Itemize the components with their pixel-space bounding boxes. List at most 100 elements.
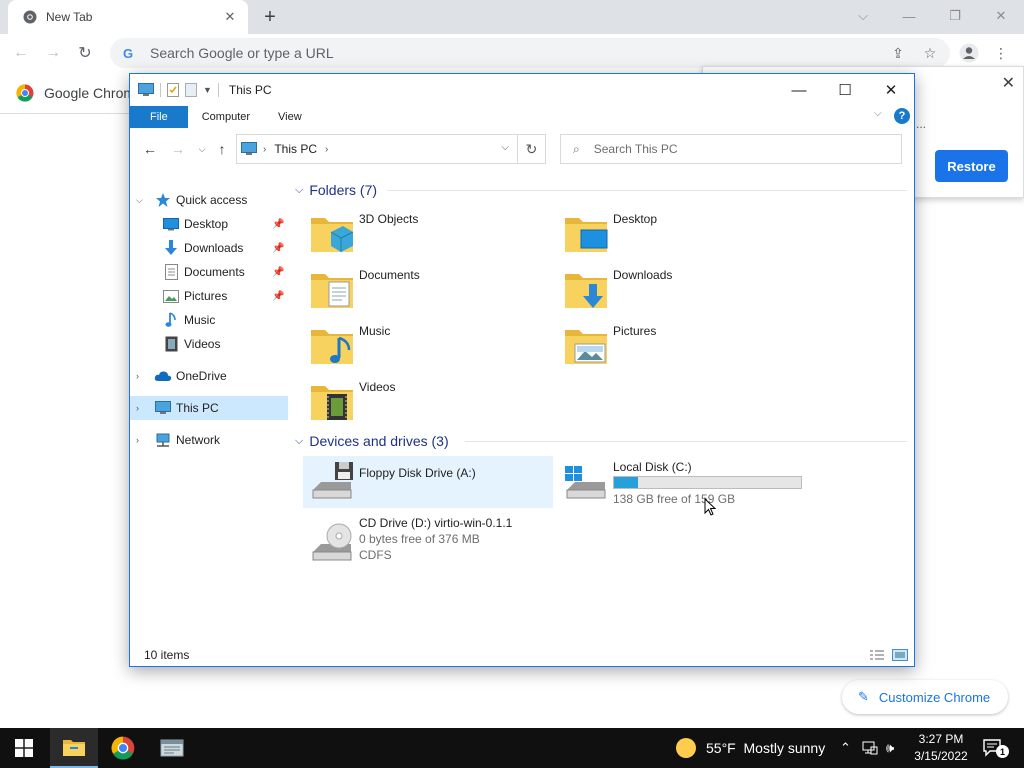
folder-name: Videos xyxy=(359,380,396,394)
explorer-search-input[interactable]: ⌕ Search This PC xyxy=(560,134,902,164)
collapse-chevron-icon[interactable]: ⌵ xyxy=(136,195,146,206)
chrome-menu-icon[interactable]: ⋮ xyxy=(989,38,1013,68)
details-view-icon[interactable] xyxy=(869,649,885,661)
volume-icon[interactable]: 🕪 xyxy=(886,728,894,768)
explorer-maximize-icon[interactable]: ☐ xyxy=(822,74,868,106)
folder-3d-objects[interactable]: 3D Objects xyxy=(303,208,553,260)
nav-quick-access[interactable]: ⌵ Quick access xyxy=(130,188,288,212)
nav-item-videos[interactable]: Videos xyxy=(130,332,288,356)
properties-icon[interactable] xyxy=(167,83,179,97)
nav-item-desktop[interactable]: Desktop 📌 xyxy=(130,212,288,236)
nav-onedrive[interactable]: › OneDrive xyxy=(130,364,288,388)
downloads-arrow-icon xyxy=(162,240,180,256)
breadcrumb-chevron-icon[interactable]: › xyxy=(325,144,328,155)
restore-button[interactable]: Restore xyxy=(935,150,1008,182)
nav-this-pc[interactable]: › This PC xyxy=(130,396,288,420)
search-icon: ⌕ xyxy=(573,141,580,156)
windows-logo-icon xyxy=(15,739,33,757)
taskbar-file-explorer[interactable] xyxy=(50,728,98,768)
large-icons-view-icon[interactable] xyxy=(892,649,908,661)
taskbar-app-window[interactable] xyxy=(148,728,196,768)
folders-group-header[interactable]: ⌵ Folders (7) xyxy=(295,179,377,201)
address-location[interactable]: This PC xyxy=(274,142,317,156)
close-restore-icon[interactable]: ✕ xyxy=(1002,73,1015,93)
up-arrow-icon[interactable]: ↑ xyxy=(212,140,232,158)
show-hidden-icons-chevron-icon[interactable]: ⌃ xyxy=(840,728,851,768)
nav-item-music[interactable]: Music xyxy=(130,308,288,332)
clock-date: 3/15/2022 xyxy=(914,749,968,763)
network-tray-icon[interactable] xyxy=(862,728,878,768)
folder-pictures[interactable]: Pictures xyxy=(557,320,807,372)
mouse-cursor-icon xyxy=(704,498,716,516)
drive-cd-d[interactable]: CD Drive (D:) virtio-win-0.1.1 0 bytes f… xyxy=(303,512,553,570)
address-dropdown-icon[interactable]: ⌵ xyxy=(501,142,509,153)
bookmark-google-chrome[interactable]: Google Chrome xyxy=(16,84,143,102)
folder-music-icon xyxy=(311,330,353,364)
nav-item-pictures[interactable]: Pictures 📌 xyxy=(130,284,288,308)
nav-item-downloads[interactable]: Downloads 📌 xyxy=(130,236,288,260)
drive-floppy-a[interactable]: Floppy Disk Drive (A:) xyxy=(303,456,553,508)
system-clock[interactable]: 3:27 PM 3/15/2022 xyxy=(908,731,974,765)
drive-local-c[interactable]: Local Disk (C:) 138 GB free of 159 GB xyxy=(557,456,817,508)
ribbon-tab-file[interactable]: File xyxy=(130,106,188,128)
nav-item-label: Music xyxy=(184,313,216,327)
reload-icon[interactable]: ↻ xyxy=(72,40,98,66)
nav-network[interactable]: › Network xyxy=(130,428,288,452)
expand-chevron-icon[interactable]: › xyxy=(136,371,146,381)
recent-locations-chevron-icon[interactable]: ⌵ xyxy=(192,140,212,158)
quick-access-toolbar-dropdown-icon[interactable]: ▼ xyxy=(203,85,212,95)
share-icon[interactable]: ⇪ xyxy=(886,38,910,68)
expand-chevron-icon[interactable]: › xyxy=(136,435,146,445)
pin-icon[interactable]: 📌 xyxy=(272,267,284,278)
pin-icon[interactable]: 📌 xyxy=(272,291,284,302)
explorer-forward-icon[interactable]: → xyxy=(168,140,188,158)
group-collapse-chevron-icon[interactable]: ⌵ xyxy=(295,435,303,448)
forward-arrow-icon[interactable]: → xyxy=(40,40,66,66)
file-explorer-window: ▼ This PC — ☐ ✕ File Computer View ⌵ ? ←… xyxy=(129,73,915,667)
action-center-button[interactable]: 1 xyxy=(982,737,1009,759)
breadcrumb-chevron-icon[interactable]: › xyxy=(263,144,266,155)
ribbon-tab-view[interactable]: View xyxy=(264,106,316,128)
explorer-close-icon[interactable]: ✕ xyxy=(868,74,914,106)
ribbon-tab-computer[interactable]: Computer xyxy=(188,106,264,128)
profile-avatar-icon[interactable] xyxy=(957,38,981,68)
help-icon[interactable]: ? xyxy=(894,108,910,124)
folder-downloads-icon xyxy=(565,274,607,308)
back-arrow-icon[interactable]: ← xyxy=(8,40,34,66)
folder-desktop[interactable]: Desktop xyxy=(557,208,807,260)
minimize-icon[interactable]: — xyxy=(886,2,932,30)
status-item-count: 10 items xyxy=(144,648,190,662)
folder-desktop-icon xyxy=(565,218,608,252)
drives-group-header[interactable]: ⌵ Devices and drives (3) xyxy=(295,430,449,452)
start-button[interactable] xyxy=(0,728,48,768)
expand-chevron-icon[interactable]: › xyxy=(136,403,146,413)
floppy-drive-icon xyxy=(312,462,353,499)
pin-icon[interactable]: 📌 xyxy=(272,243,284,254)
folder-downloads[interactable]: Downloads xyxy=(557,264,807,316)
nav-item-documents[interactable]: Documents 📌 xyxy=(130,260,288,284)
close-window-icon[interactable]: ✕ xyxy=(978,2,1024,30)
folder-videos[interactable]: Videos xyxy=(303,376,553,428)
new-tab-button[interactable]: + xyxy=(258,5,282,29)
network-icon xyxy=(154,432,172,448)
tab-search-chevron-icon[interactable]: ⌵ xyxy=(840,2,886,30)
omnibox[interactable]: G Search Google or type a URL xyxy=(110,38,950,68)
new-folder-icon[interactable] xyxy=(185,83,197,97)
refresh-icon[interactable]: ↻ xyxy=(518,134,546,164)
restore-window-icon[interactable]: ❐ xyxy=(932,2,978,30)
expand-ribbon-chevron-icon[interactable]: ⌵ xyxy=(874,108,882,119)
taskbar-chrome[interactable] xyxy=(99,728,147,768)
explorer-minimize-icon[interactable]: — xyxy=(776,74,822,106)
customize-chrome-button[interactable]: ✎ Customize Chrome xyxy=(842,680,1008,714)
chrome-tab-new-tab[interactable]: New Tab ✕ xyxy=(8,0,248,34)
explorer-back-icon[interactable]: ← xyxy=(140,140,160,158)
bookmark-star-icon[interactable]: ☆ xyxy=(918,38,942,68)
pin-icon[interactable]: 📌 xyxy=(272,219,284,230)
weather-widget[interactable]: 55°F Mostly sunny xyxy=(676,728,825,768)
folder-music[interactable]: Music xyxy=(303,320,553,372)
folder-documents[interactable]: Documents xyxy=(303,264,553,316)
group-collapse-chevron-icon[interactable]: ⌵ xyxy=(295,184,303,197)
close-tab-icon[interactable]: ✕ xyxy=(222,9,238,25)
folder-pictures-icon xyxy=(565,330,607,364)
address-bar[interactable]: › This PC › ⌵ xyxy=(236,134,518,164)
